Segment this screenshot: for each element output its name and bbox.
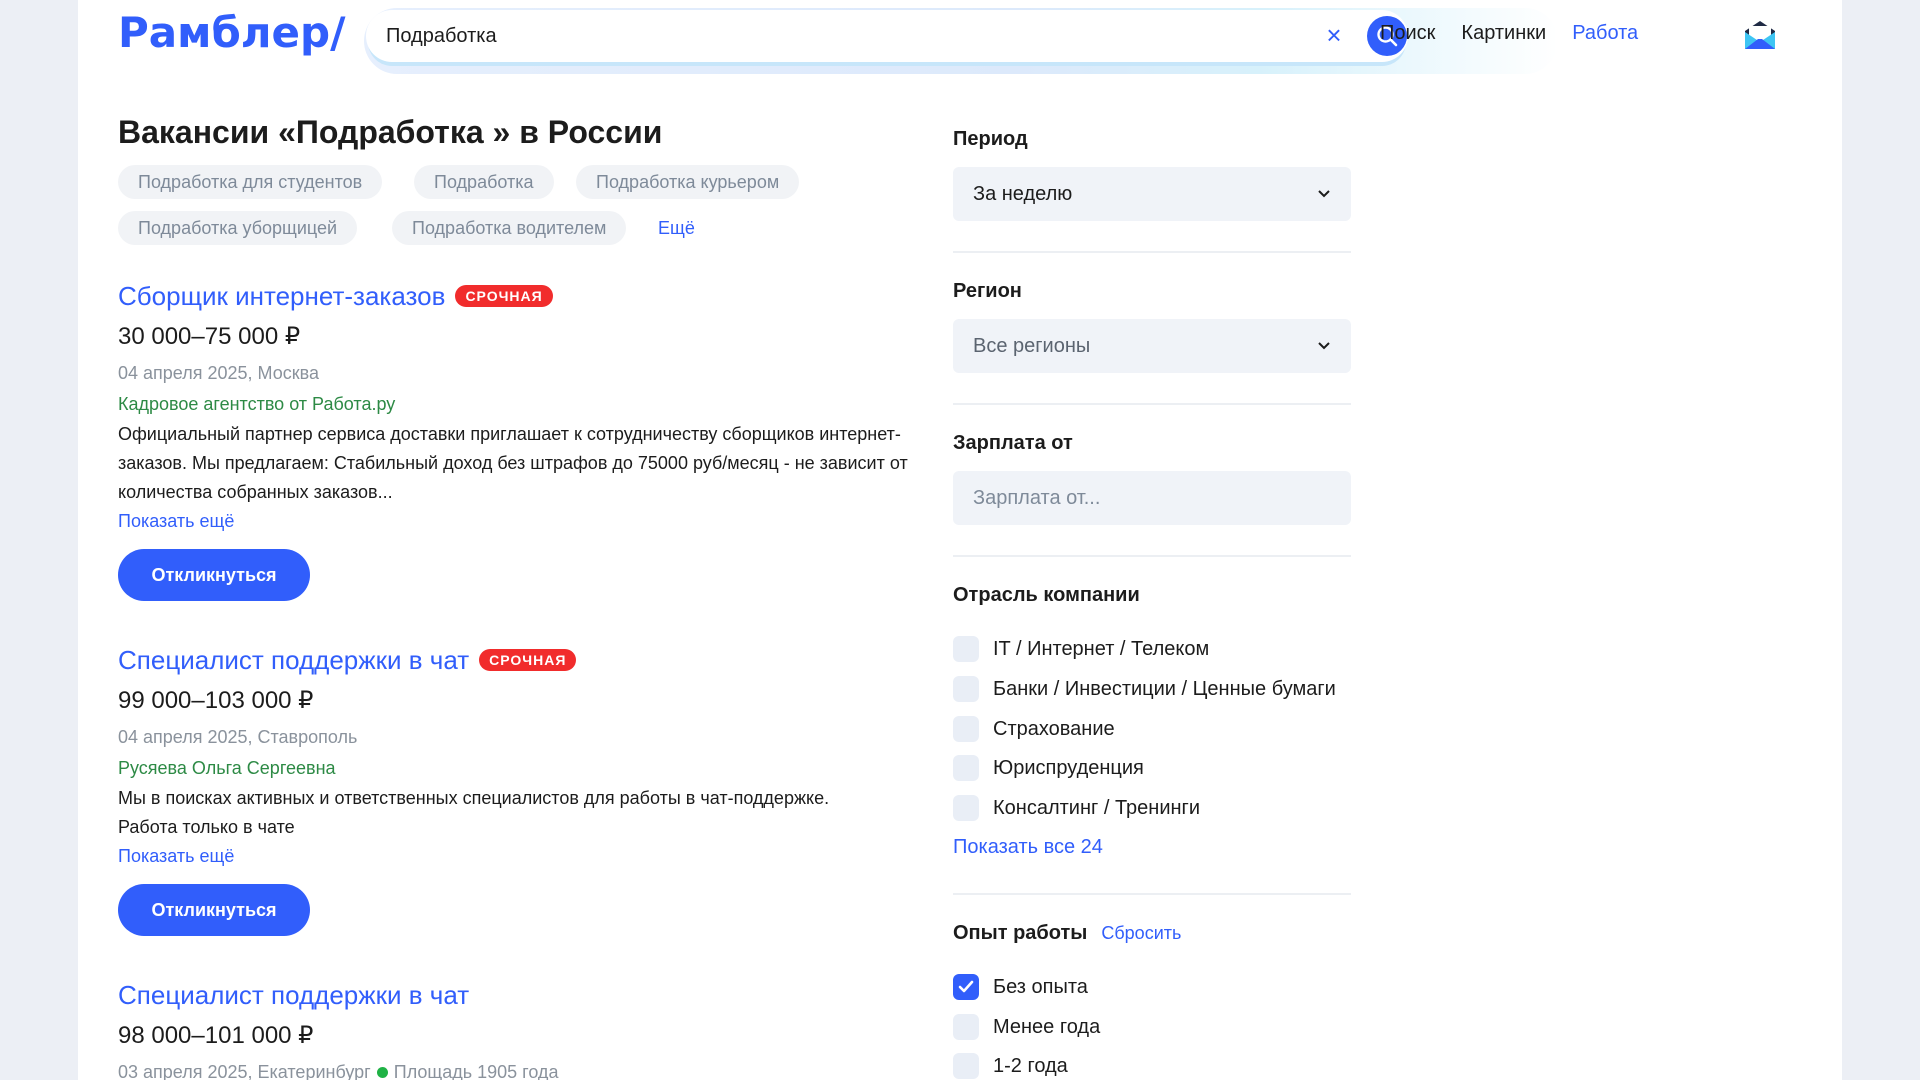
vacancy-description: Мы в поисках активных и ответственных сп… xyxy=(118,788,830,837)
checkbox[interactable] xyxy=(953,1053,979,1079)
mail-icon[interactable] xyxy=(1742,18,1778,52)
divider xyxy=(953,893,1351,895)
chip-cleaner[interactable]: Подработка уборщицей xyxy=(118,211,358,245)
show-more-link[interactable]: Показать ещё xyxy=(118,842,918,870)
chip-courier[interactable]: Подработка курьером xyxy=(576,165,800,199)
option-label: Банки / Инвестиции / Ценные бумаги xyxy=(993,677,1336,700)
period-label: Период xyxy=(953,128,1028,150)
page: Рамблер/ × Поиск Картинки Работа Ваканси… xyxy=(78,0,1842,1080)
experience-option-less-year[interactable]: Менее года xyxy=(953,1012,1100,1042)
checkbox[interactable] xyxy=(953,716,979,742)
vacancy-salary: 99 000–103 000 ₽ xyxy=(118,687,314,714)
experience-label: Опыт работы Сбросить xyxy=(953,922,1181,945)
chips-more-link[interactable]: Ещё xyxy=(658,211,695,245)
page-title: Вакансии «Подработка » в России xyxy=(118,114,663,150)
checkbox[interactable] xyxy=(953,1014,979,1040)
vacancy-metro: Площадь 1905 года xyxy=(393,1062,559,1080)
vacancy-company[interactable]: Русяева Ольга Сергеевна xyxy=(118,752,918,784)
nav-images[interactable]: Картинки xyxy=(1461,22,1546,45)
rambler-logo[interactable]: Рамблер/ xyxy=(118,8,345,57)
option-label: Юриспруденция xyxy=(993,756,1144,779)
chip-driver[interactable]: Подработка водителем xyxy=(392,211,627,245)
vacancy-salary: 98 000–101 000 ₽ xyxy=(118,1022,314,1049)
salary-label: Зарплата от xyxy=(953,432,1073,454)
respond-button[interactable]: Откликнуться xyxy=(118,884,310,936)
divider xyxy=(953,555,1351,557)
chip-students[interactable]: Подработка для студентов xyxy=(118,165,383,199)
industry-option-consulting[interactable]: Консалтинг / Тренинги xyxy=(953,793,1200,823)
search-box: × xyxy=(366,10,1408,62)
header: Рамблер/ × Поиск Картинки Работа xyxy=(78,0,1842,76)
search-input[interactable] xyxy=(386,18,1226,54)
industry-option-banks[interactable]: Банки / Инвестиции / Ценные бумаги xyxy=(953,674,1336,704)
industry-option-it[interactable]: IT / Интернет / Телеком xyxy=(953,634,1209,664)
option-label: IT / Интернет / Телеком xyxy=(993,637,1210,660)
option-label: Менее года xyxy=(993,1015,1101,1038)
vacancy-card: Специалист поддержки в чат 98 000–101 00… xyxy=(118,977,918,1080)
chevron-down-icon xyxy=(1317,167,1333,221)
clear-search-icon[interactable]: × xyxy=(1319,21,1349,51)
experience-option-1-2-years[interactable]: 1-2 года xyxy=(953,1051,1068,1080)
experience-title: Опыт работы xyxy=(953,922,1088,944)
vacancy-meta: 03 апреля 2025, Екатеринбург Площадь 1905… xyxy=(118,1057,918,1080)
period-value: За неделю xyxy=(973,183,1073,205)
option-label: Без опыта xyxy=(993,975,1088,998)
vacancy-title[interactable]: Специалист поддержки в чат xyxy=(118,645,469,676)
industry-show-all-link[interactable]: Показать все 24 xyxy=(953,836,1103,859)
checkbox[interactable] xyxy=(953,676,979,702)
chevron-down-icon xyxy=(1317,319,1333,373)
option-label: Консалтинг / Тренинги xyxy=(993,796,1201,819)
show-more-link[interactable]: Показать ещё xyxy=(118,507,918,535)
period-select[interactable]: За неделю xyxy=(953,167,1351,221)
nav-jobs[interactable]: Работа xyxy=(1572,22,1638,45)
urgent-badge: СРОЧНАЯ xyxy=(455,285,553,307)
option-label: 1-2 года xyxy=(993,1054,1068,1077)
vacancy-title[interactable]: Сборщик интернет-заказов xyxy=(118,281,445,312)
respond-button[interactable]: Откликнуться xyxy=(118,549,310,601)
vacancy-meta: 04 апреля 2025, Москва xyxy=(118,363,319,383)
industry-label: Отрасль компании xyxy=(953,584,1140,606)
region-value: Все регионы xyxy=(973,335,1091,357)
option-label: Страхование xyxy=(993,717,1115,740)
checkbox[interactable] xyxy=(953,755,979,781)
metro-dot-icon xyxy=(376,1067,388,1079)
salary-input[interactable] xyxy=(953,471,1351,525)
experience-option-none[interactable]: Без опыта xyxy=(953,972,1088,1002)
checkbox[interactable] xyxy=(953,795,979,821)
nav-search[interactable]: Поиск xyxy=(1380,22,1435,45)
divider xyxy=(953,403,1351,405)
checkbox[interactable] xyxy=(953,636,979,662)
experience-reset-link[interactable]: Сбросить xyxy=(1101,923,1181,943)
vacancy-title[interactable]: Специалист поддержки в чат xyxy=(118,980,469,1011)
vacancy-salary: 30 000–75 000 ₽ xyxy=(118,323,301,350)
chip-part-time[interactable]: Подработка xyxy=(414,165,554,199)
industry-option-insurance[interactable]: Страхование xyxy=(953,714,1115,744)
checkbox-checked[interactable] xyxy=(953,974,979,1000)
urgent-badge: СРОЧНАЯ xyxy=(479,649,577,671)
vacancy-meta: 04 апреля 2025, Ставрополь xyxy=(118,727,358,747)
check-icon xyxy=(958,980,974,993)
vacancy-company[interactable]: Кадровое агентство от Работа.ру xyxy=(118,388,918,420)
industry-option-law[interactable]: Юриспруденция xyxy=(953,753,1144,783)
vacancy-card: Сборщик интернет-заказов СРОЧНАЯ 30 000–… xyxy=(118,278,918,601)
vacancy-card: Специалист поддержки в чат СРОЧНАЯ 99 00… xyxy=(118,642,918,936)
region-label: Регион xyxy=(953,280,1022,302)
region-select[interactable]: Все регионы xyxy=(953,319,1351,373)
divider xyxy=(953,251,1351,253)
top-nav: Поиск Картинки Работа xyxy=(1380,22,1638,45)
vacancy-description: Официальный партнер сервиса доставки при… xyxy=(118,424,908,502)
vacancy-date-city: 03 апреля 2025, Екатеринбург xyxy=(118,1062,371,1080)
